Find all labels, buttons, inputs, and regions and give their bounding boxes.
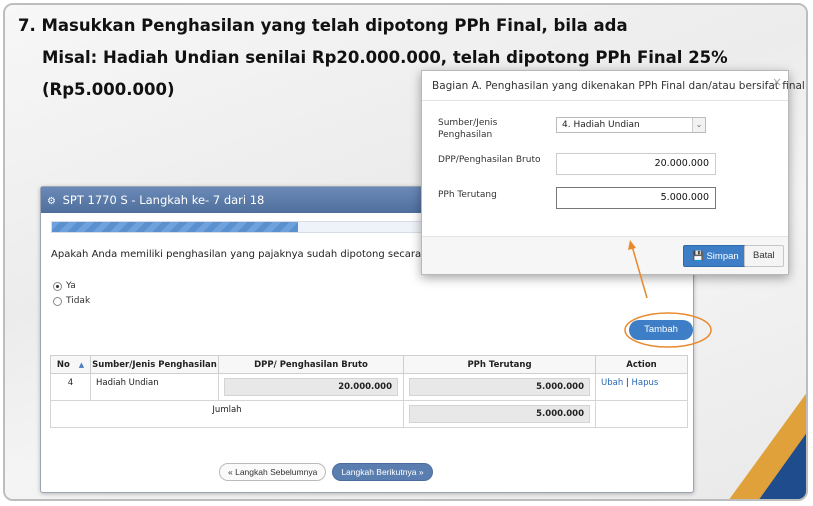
annotation-arrowhead bbox=[628, 240, 636, 250]
annotation-arrow-line bbox=[631, 245, 648, 299]
annotation-ellipse bbox=[624, 312, 712, 348]
annotation-overlay bbox=[624, 240, 712, 348]
